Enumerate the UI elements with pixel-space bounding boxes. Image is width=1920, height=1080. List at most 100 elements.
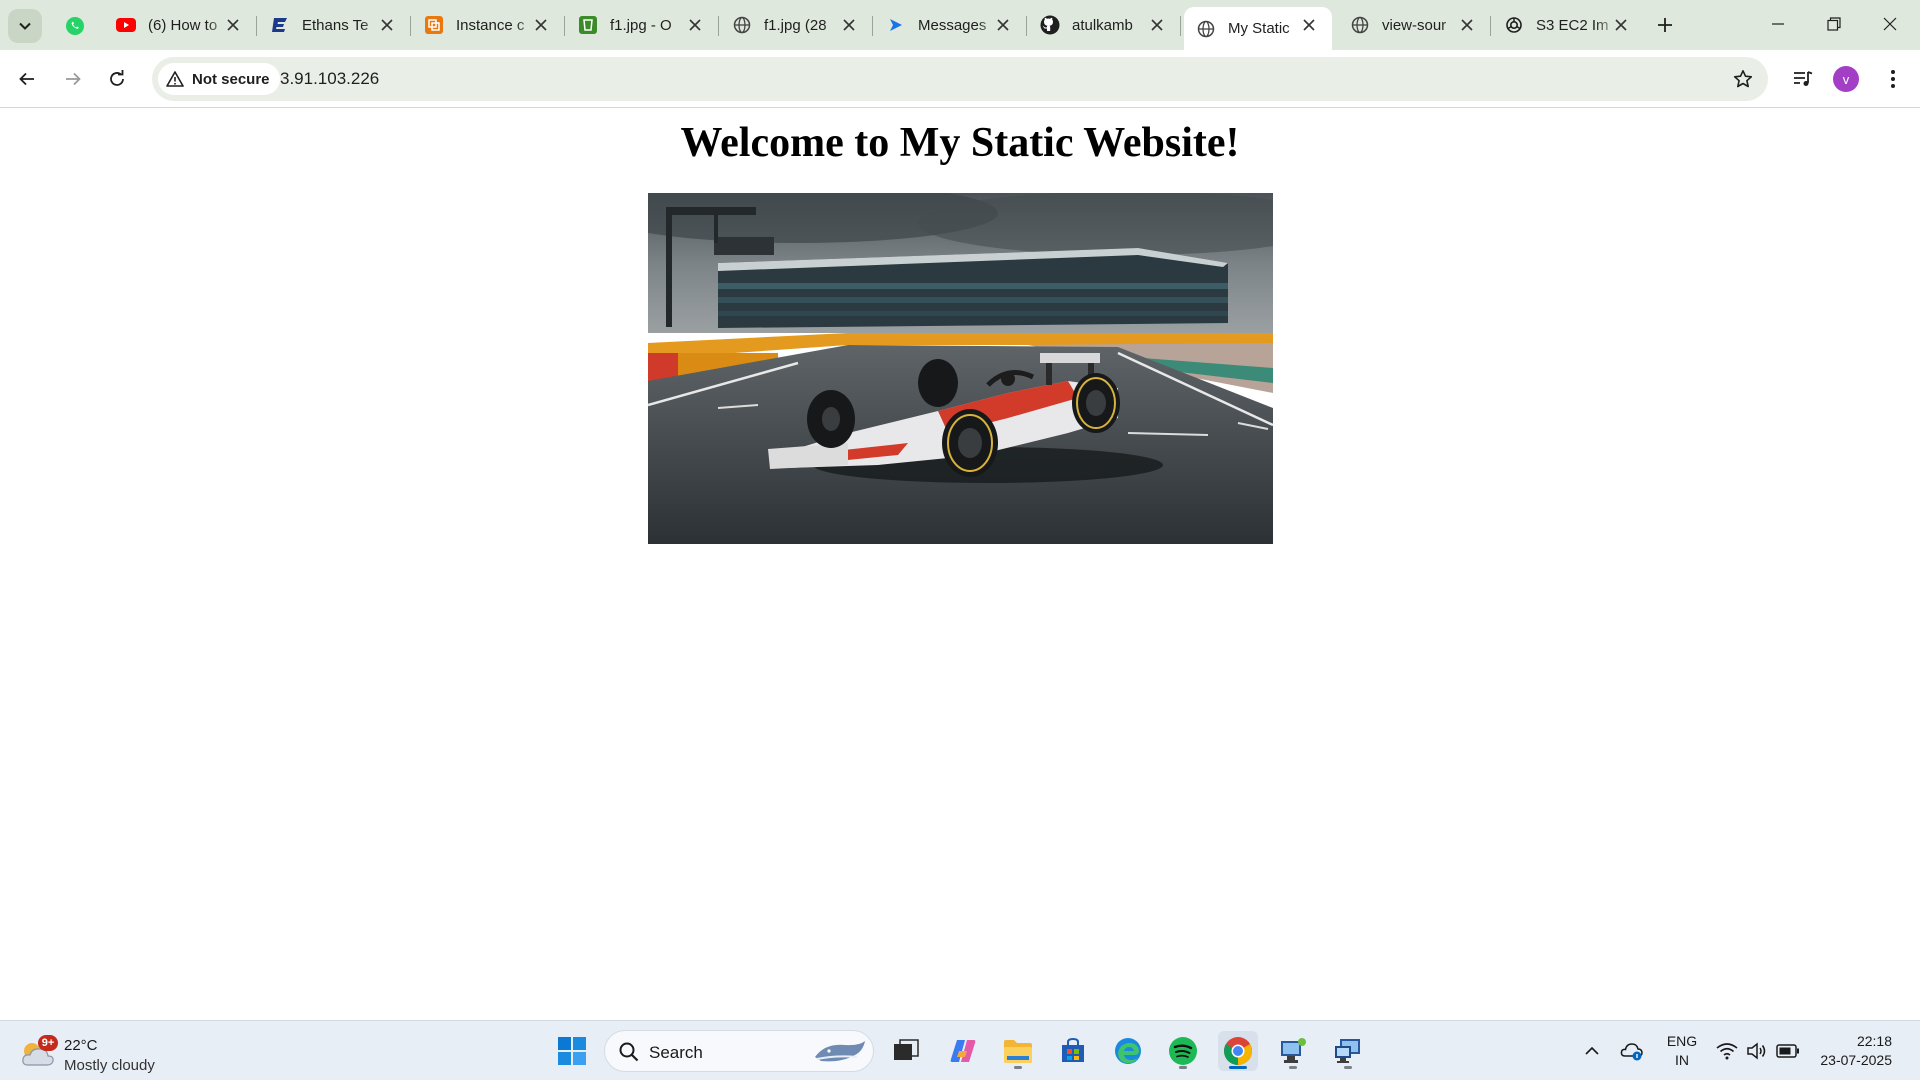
- pinned-tab-whatsapp[interactable]: [54, 9, 96, 43]
- battery-icon: [1776, 1044, 1799, 1058]
- taskbar-search-box[interactable]: Search: [604, 1030, 874, 1072]
- weather-condition: Mostly cloudy: [64, 1057, 155, 1074]
- running-indicator: [1179, 1066, 1187, 1069]
- page-heading: Welcome to My Static Website!: [680, 120, 1240, 166]
- system-clock[interactable]: 22:18 23-07-2025: [1808, 1032, 1892, 1070]
- search-icon: [619, 1042, 639, 1062]
- close-icon[interactable]: [994, 16, 1012, 34]
- messages-icon: [886, 15, 906, 35]
- tab-title: f1.jpg - O: [610, 16, 672, 34]
- tab-f1-image[interactable]: f1.jpg (28: [720, 7, 873, 43]
- more-vertical-icon: [1891, 70, 1895, 88]
- reload-button[interactable]: [100, 62, 134, 96]
- tab-title: (6) How to: [148, 16, 218, 34]
- tab-messages[interactable]: Messages: [874, 7, 1027, 43]
- start-button[interactable]: [552, 1031, 592, 1071]
- tab-divider: [256, 16, 257, 36]
- onedrive-tray-button[interactable]: [1618, 1031, 1646, 1071]
- file-explorer-button[interactable]: [998, 1031, 1038, 1071]
- close-icon[interactable]: [532, 16, 550, 34]
- new-tab-button[interactable]: [1652, 12, 1678, 38]
- running-indicator: [1344, 1066, 1352, 1069]
- tab-s3-object[interactable]: f1.jpg - O: [566, 7, 719, 43]
- close-window-button[interactable]: [1862, 0, 1918, 48]
- remote-desktop-icon: [1281, 1038, 1306, 1063]
- close-icon[interactable]: [1300, 16, 1318, 34]
- security-indicator[interactable]: Not secure: [158, 63, 280, 95]
- whatsapp-icon: [66, 17, 84, 35]
- tab-divider: [1490, 16, 1491, 36]
- spotify-button[interactable]: [1163, 1031, 1203, 1071]
- chrome-button[interactable]: [1218, 1031, 1258, 1071]
- search-highlight-whale-icon: [815, 1041, 865, 1062]
- volume-status[interactable]: [1744, 1031, 1770, 1071]
- tab-title: Instance c: [456, 16, 525, 34]
- copilot-button[interactable]: [943, 1031, 983, 1071]
- input-language-indicator[interactable]: ENG IN: [1664, 1032, 1700, 1070]
- speaker-icon: [1747, 1042, 1766, 1060]
- show-hidden-icons-button[interactable]: [1580, 1031, 1604, 1071]
- restore-icon: [1827, 17, 1841, 31]
- tab-strip: (6) How to Ethans Te Instance c f1.jpg -…: [0, 0, 1920, 50]
- address-bar[interactable]: Not secure 3.91.103.226: [152, 57, 1768, 101]
- close-icon[interactable]: [1612, 16, 1630, 34]
- close-icon[interactable]: [686, 16, 704, 34]
- edge-browser-button[interactable]: [1108, 1031, 1148, 1071]
- globe-icon: [1196, 19, 1216, 39]
- playlist-icon: [1794, 71, 1813, 86]
- windows-taskbar: 9+ 22°C Mostly cloudy Search ENG IN 22:1…: [0, 1020, 1920, 1080]
- close-icon[interactable]: [1148, 16, 1166, 34]
- tab-title: atulkamb: [1072, 16, 1133, 34]
- media-controls-button[interactable]: [1786, 62, 1820, 96]
- edge-icon: [1115, 1038, 1141, 1064]
- web-page-content: Welcome to My Static Website!: [0, 109, 1920, 1019]
- tab-view-source[interactable]: view-sour: [1338, 7, 1491, 43]
- tab-title: view-sour: [1382, 16, 1447, 34]
- task-view-icon: [894, 1039, 919, 1060]
- task-view-button[interactable]: [886, 1031, 926, 1071]
- tab-search-button[interactable]: [8, 9, 42, 43]
- chevron-up-icon: [1585, 1046, 1599, 1055]
- forward-button[interactable]: [56, 62, 90, 96]
- microsoft-store-button[interactable]: [1053, 1031, 1093, 1071]
- tab-title: f1.jpg (28: [764, 16, 827, 34]
- tab-aws-instance[interactable]: Instance c: [412, 7, 565, 43]
- url-text[interactable]: 3.91.103.226: [280, 69, 379, 89]
- store-icon: [1062, 1037, 1084, 1062]
- bookmark-button[interactable]: [1730, 66, 1756, 92]
- profile-avatar[interactable]: v: [1833, 66, 1859, 92]
- globe-icon: [1350, 15, 1370, 35]
- arrow-right-icon: [66, 72, 81, 86]
- globe-icon: [732, 15, 752, 35]
- region-code: IN: [1675, 1052, 1689, 1068]
- tab-github[interactable]: atulkamb: [1028, 7, 1181, 43]
- tab-divider: [718, 16, 719, 36]
- back-button[interactable]: [10, 62, 44, 96]
- wifi-status[interactable]: [1714, 1031, 1740, 1071]
- tab-my-static-active[interactable]: My Static: [1184, 7, 1332, 50]
- ethans-icon: [270, 15, 290, 35]
- tab-chatgpt[interactable]: S3 EC2 Im: [1492, 7, 1644, 43]
- f1-car-image: [648, 193, 1273, 544]
- remote-desktop-button-2[interactable]: [1328, 1031, 1368, 1071]
- s3-icon: [578, 15, 598, 35]
- tab-title: Ethans Te: [302, 16, 369, 34]
- weather-widget[interactable]: 9+ 22°C Mostly cloudy: [20, 1029, 180, 1074]
- minimize-button[interactable]: [1750, 0, 1806, 48]
- tab-divider: [410, 16, 411, 36]
- browser-menu-button[interactable]: [1876, 62, 1910, 96]
- remote-desktop-button-1[interactable]: [1273, 1031, 1313, 1071]
- tab-ethans[interactable]: Ethans Te: [258, 7, 411, 43]
- tab-title: Messages: [918, 16, 987, 34]
- tab-title: S3 EC2 Im: [1536, 16, 1609, 34]
- folder-icon: [1004, 1040, 1032, 1063]
- aws-icon: [424, 15, 444, 35]
- close-icon[interactable]: [224, 16, 242, 34]
- restore-button[interactable]: [1806, 0, 1862, 48]
- tab-youtube[interactable]: (6) How to: [104, 7, 257, 43]
- battery-status[interactable]: [1774, 1031, 1802, 1071]
- star-icon: [1733, 70, 1753, 88]
- close-icon[interactable]: [378, 16, 396, 34]
- close-icon[interactable]: [1458, 16, 1476, 34]
- close-icon[interactable]: [840, 16, 858, 34]
